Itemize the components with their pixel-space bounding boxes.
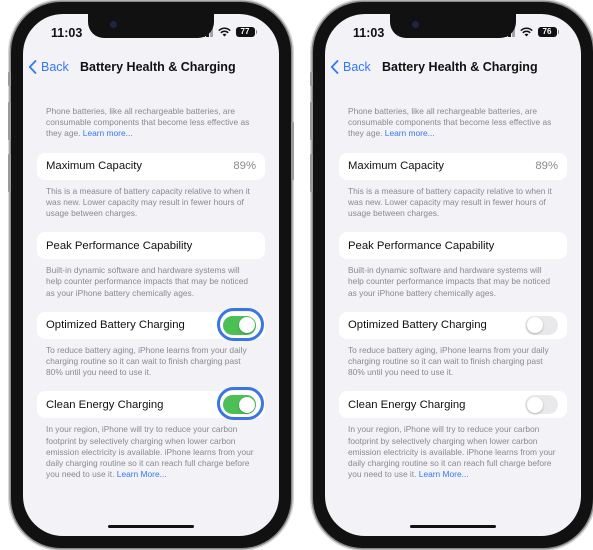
intro-text: Phone batteries, like all rechargeable b…: [46, 106, 250, 139]
peak-performance-row: Peak Performance Capability: [37, 232, 265, 260]
navigation-bar: Back Battery Health & Charging: [23, 57, 279, 79]
learn-more-link[interactable]: Learn More...: [117, 469, 167, 479]
clean-energy-footer: In your region, iPhone will try to reduc…: [348, 424, 556, 480]
status-time: 11:03: [51, 26, 83, 40]
clean-energy-toggle[interactable]: [525, 395, 558, 415]
maximum-capacity-label: Maximum Capacity: [46, 160, 143, 173]
battery-icon: 76: [537, 27, 559, 37]
volume-down-button[interactable]: [310, 154, 313, 192]
chevron-left-icon: [28, 60, 37, 74]
status-time: 11:03: [353, 26, 385, 40]
screen: 11:03 77 Back Battery Health & Charging …: [23, 14, 279, 536]
peak-performance-label: Peak Performance Capability: [46, 239, 193, 252]
clean-energy-row: Clean Energy Charging: [37, 387, 265, 421]
clean-energy-label: Clean Energy Charging: [46, 398, 164, 411]
maximum-capacity-footer: This is a measure of battery capacity re…: [348, 185, 552, 219]
peak-performance-footer: Built-in dynamic software and hardware s…: [348, 265, 551, 298]
clean-energy-row: Clean Energy Charging: [339, 391, 567, 419]
page-title: Battery Health & Charging: [80, 60, 236, 74]
navigation-bar: Back Battery Health & Charging: [325, 57, 581, 79]
optimized-charging-label: Optimized Battery Charging: [348, 319, 487, 332]
screen: 11:03 76 Back Battery Health & Charging …: [325, 14, 581, 536]
settings-list: Phone batteries, like all rechargeable b…: [37, 106, 265, 480]
optimized-charging-footer: To reduce battery aging, iPhone learns f…: [46, 344, 247, 378]
power-button[interactable]: [291, 122, 294, 180]
peak-performance-row: Peak Performance Capability: [339, 232, 567, 260]
volume-down-button[interactable]: [8, 154, 11, 192]
intro-text: Phone batteries, like all rechargeable b…: [348, 106, 552, 139]
battery-level: 76: [537, 27, 557, 37]
clean-energy-toggle[interactable]: [223, 395, 256, 415]
clean-energy-label: Clean Energy Charging: [348, 398, 466, 411]
back-label: Back: [343, 60, 371, 74]
battery-level: 77: [235, 27, 255, 37]
optimized-charging-footer: To reduce battery aging, iPhone learns f…: [348, 344, 549, 378]
back-label: Back: [41, 60, 69, 74]
clean-energy-footer: In your region, iPhone will try to reduc…: [46, 424, 254, 480]
back-button[interactable]: Back: [330, 60, 371, 74]
toggle-knob: [526, 396, 543, 413]
page-title: Battery Health & Charging: [382, 60, 538, 74]
maximum-capacity-row: Maximum Capacity 89%: [339, 152, 567, 180]
chevron-left-icon: [330, 60, 339, 74]
learn-more-link[interactable]: Learn more...: [385, 128, 435, 138]
maximum-capacity-value: 89%: [535, 160, 558, 173]
optimized-charging-label: Optimized Battery Charging: [46, 319, 185, 332]
cellular-signal-icon: [500, 27, 515, 37]
cellular-signal-icon: [198, 27, 213, 37]
learn-more-link[interactable]: Learn more...: [83, 128, 133, 138]
wifi-icon: [217, 27, 231, 37]
silent-switch[interactable]: [8, 72, 11, 86]
toggle-knob: [238, 396, 255, 413]
status-bar: 11:03 76: [325, 26, 581, 42]
volume-up-button[interactable]: [8, 102, 11, 140]
toggle-knob: [526, 317, 543, 334]
optimized-charging-toggle[interactable]: [223, 315, 256, 335]
maximum-capacity-label: Maximum Capacity: [348, 160, 445, 173]
toggle-knob: [238, 317, 255, 334]
optimized-charging-row: Optimized Battery Charging: [339, 311, 567, 339]
phone-after: 11:03 76 Back Battery Health & Charging …: [310, 2, 593, 548]
maximum-capacity-row: Maximum Capacity 89%: [37, 152, 265, 180]
home-indicator[interactable]: [410, 525, 496, 528]
peak-performance-label: Peak Performance Capability: [348, 239, 495, 252]
peak-performance-footer: Built-in dynamic software and hardware s…: [46, 265, 249, 298]
maximum-capacity-value: 89%: [233, 160, 256, 173]
status-bar: 11:03 77: [23, 26, 279, 42]
battery-icon: 77: [235, 27, 257, 37]
back-button[interactable]: Back: [28, 60, 69, 74]
home-indicator[interactable]: [108, 525, 194, 528]
maximum-capacity-footer: This is a measure of battery capacity re…: [46, 185, 250, 219]
learn-more-link[interactable]: Learn More...: [419, 469, 469, 479]
phone-before: 11:03 77 Back Battery Health & Charging …: [8, 2, 294, 548]
optimized-charging-row: Optimized Battery Charging: [37, 307, 265, 341]
settings-list: Phone batteries, like all rechargeable b…: [339, 106, 567, 480]
wifi-icon: [519, 27, 533, 37]
volume-up-button[interactable]: [310, 102, 313, 140]
optimized-charging-toggle[interactable]: [525, 315, 558, 335]
silent-switch[interactable]: [310, 72, 313, 86]
